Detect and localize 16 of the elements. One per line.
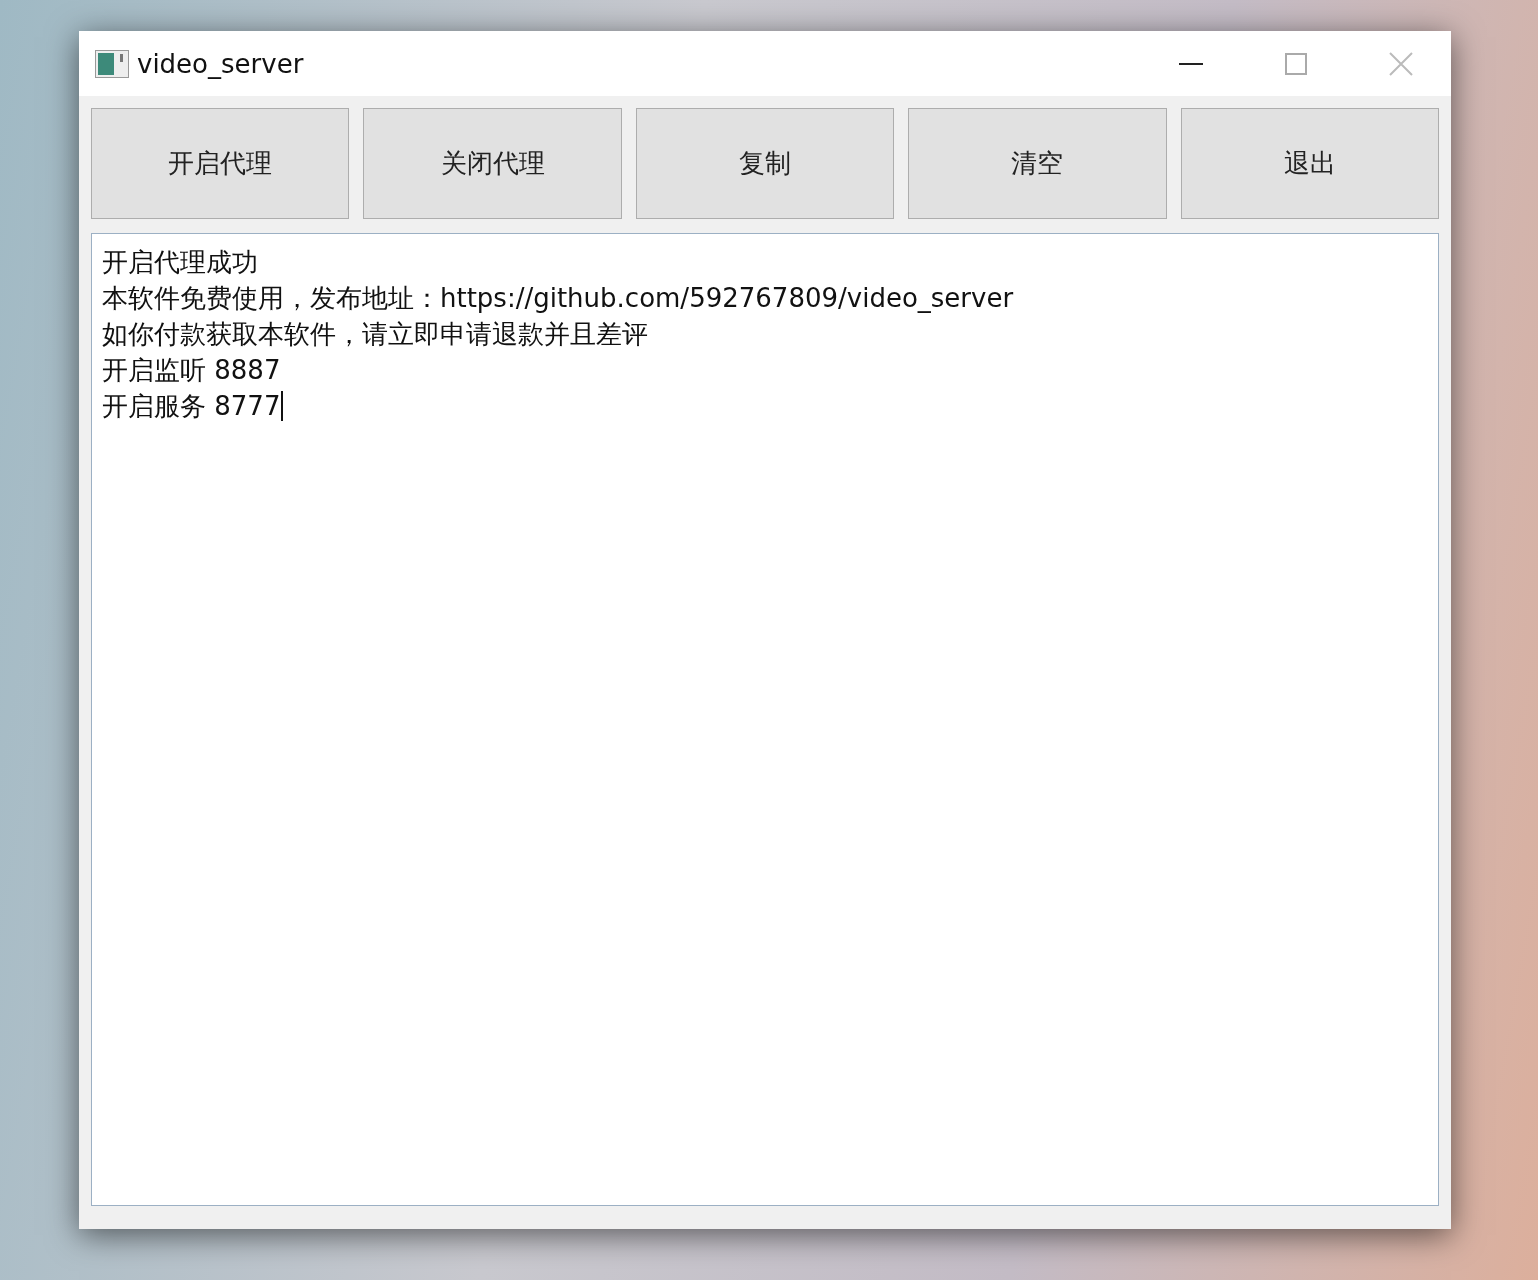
log-line: 本软件免费使用，发布地址：https://github.com/592767809/video_server [102,282,1014,315]
log-line: 如你付款获取本软件，请立即申请退款并且差评 [102,318,648,351]
action-button[interactable]: 复制 [635,108,895,219]
log-text-area[interactable]: 开启代理成功 本软件免费使用，发布地址：https://github.com/592767809/video_server 如你付款获取本软件，请立即申请退款并且差评 开启监听 8887 开启服务 8777 [91,233,1439,1206]
log-line: 开启代理成功 [102,246,258,279]
action-button[interactable]: 退出 [1180,108,1440,219]
log-line: 开启服务 8777 [102,390,281,423]
app-icon [95,49,129,78]
action-button[interactable]: 清空 [908,108,1167,219]
maximize-icon[interactable] [1285,52,1307,75]
action-button[interactable]: 开启代理 [91,108,350,219]
window-title: video_server [137,48,304,79]
close-icon[interactable] [1389,51,1413,76]
text-cursor [281,391,284,421]
action-button[interactable]: 关闭代理 [363,108,622,219]
log-line: 开启监听 8887 [102,354,281,387]
